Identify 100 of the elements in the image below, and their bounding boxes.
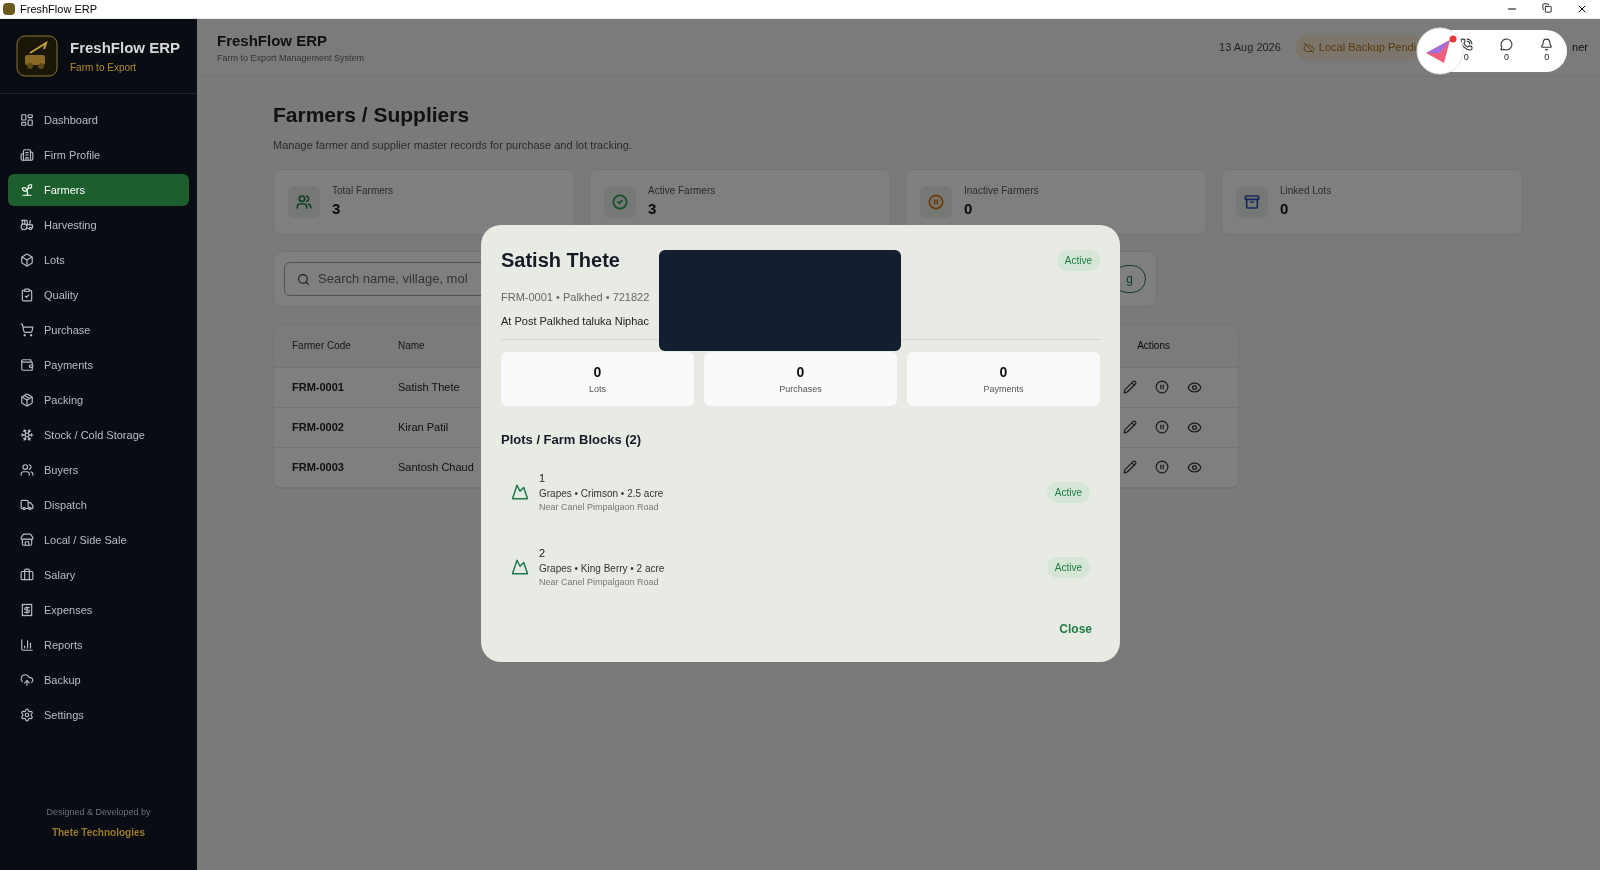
plot-location: Near Canel Pimpalgaon Road: [539, 501, 660, 514]
sidebar-item[interactable]: Local / Side Sale: [8, 524, 189, 556]
count-value: 0: [999, 362, 1008, 382]
view-icon[interactable]: [1187, 460, 1202, 475]
dashboard-icon: [20, 113, 34, 127]
bell-icon[interactable]: [1540, 37, 1554, 51]
cart-icon: [20, 323, 34, 337]
count-label: Purchases: [779, 382, 822, 396]
header-title: FreshFlow ERP: [217, 30, 329, 51]
stat-value: 3: [648, 199, 658, 220]
edit-icon[interactable]: [1123, 460, 1137, 474]
tractor-icon: [20, 218, 34, 232]
sidebar-item[interactable]: Reports: [8, 629, 189, 661]
count-value: 0: [796, 362, 805, 382]
farmer-meta: FRM-0001 • Palkhed • 721822: [501, 290, 651, 305]
plots-heading: Plots / Farm Blocks (2): [501, 431, 643, 449]
view-icon[interactable]: [1187, 380, 1202, 395]
header-subtitle: Farm to Export Management System: [217, 52, 365, 65]
app-icon: [3, 3, 15, 15]
pause-icon[interactable]: [1155, 420, 1169, 434]
launcher-logo-icon[interactable]: [1416, 27, 1464, 75]
sidebar-item[interactable]: Salary: [8, 559, 189, 591]
close-button[interactable]: Close: [1051, 616, 1100, 642]
page-description: Manage farmer and supplier master records for purchase and lot tracking.: [273, 137, 633, 153]
plot-name: 2: [539, 545, 547, 561]
people-icon: [20, 463, 34, 477]
count-label: Payments: [983, 382, 1024, 396]
snowflake-icon: [20, 428, 34, 442]
credit-text: Designed & Developed by: [46, 805, 151, 819]
stat-value: 0: [964, 199, 974, 220]
plot-detail: Grapes • Crimson • 2.5 acre: [539, 487, 664, 501]
phone-icon[interactable]: [1459, 37, 1473, 51]
logo-icon: [16, 35, 58, 77]
sidebar-item[interactable]: Buyers: [8, 454, 189, 486]
count-text: 0: [1503, 50, 1509, 64]
clipboard-icon: [20, 288, 34, 302]
count-text: 0: [1544, 50, 1550, 64]
package-icon: [20, 393, 34, 407]
column-header: Actions: [1137, 339, 1170, 353]
count-value: 0: [593, 362, 602, 382]
sidebar-item[interactable]: Stock / Cold Storage: [8, 419, 189, 451]
sidebar-item[interactable]: Packing: [8, 384, 189, 416]
cloud-off-icon: [1302, 41, 1315, 54]
stat-label: Inactive Farmers: [964, 184, 1039, 199]
sidebar-item[interactable]: Settings: [8, 699, 189, 731]
user-name[interactable]: ner: [1572, 39, 1588, 56]
plot-detail: Grapes • King Berry • 2 acre: [539, 562, 665, 576]
status-badge: Active: [1046, 556, 1090, 578]
sidebar-item[interactable]: Payments: [8, 349, 189, 381]
status-badge: Active: [1056, 249, 1100, 271]
farmer-address: At Post Palkhed taluka Niphac: [501, 313, 650, 329]
stat-value: 0: [1280, 199, 1290, 220]
sidebar-item[interactable]: Firm Profile: [8, 139, 189, 171]
window-title: FreshFlow ERP: [20, 1, 98, 17]
view-icon[interactable]: [1187, 420, 1202, 435]
wallet-icon: [20, 358, 34, 372]
table-cell-text: Santosh Chaud: [398, 460, 474, 476]
box-icon: [20, 253, 34, 267]
count-label: Lots: [589, 382, 606, 396]
plot-location: Near Canel Pimpalgaon Road: [539, 576, 660, 589]
restore-icon[interactable]: [1542, 3, 1552, 13]
stat-label: Total Farmers: [332, 184, 394, 199]
mountain-icon: [511, 483, 529, 501]
table-cell-text: FRM-0003: [292, 460, 345, 476]
sidebar-item[interactable]: Expenses: [8, 594, 189, 626]
sidebar-item[interactable]: Lots: [8, 244, 189, 276]
date-text: 13 Aug 2026: [1219, 40, 1281, 56]
truck-icon: [20, 498, 34, 512]
pause-icon[interactable]: [1155, 460, 1169, 474]
edit-icon[interactable]: [1123, 420, 1137, 434]
brand-name: FreshFlow ERP: [70, 38, 181, 59]
company-name: Thete Technologies: [51, 826, 146, 840]
column-header: Farmer Code: [292, 339, 352, 353]
edit-icon[interactable]: [1123, 380, 1137, 394]
sidebar-item[interactable]: Harvesting: [8, 209, 189, 241]
store-icon: [20, 533, 34, 547]
sidebar-item[interactable]: Dispatch: [8, 489, 189, 521]
sidebar-item[interactable]: Quality: [8, 279, 189, 311]
count-text: 0: [1463, 50, 1469, 64]
sidebar-item[interactable]: Backup: [8, 664, 189, 696]
chat-icon[interactable]: [1500, 37, 1513, 51]
sidebar-item[interactable]: Dashboard: [8, 104, 189, 136]
sidebar-item[interactable]: Farmers: [8, 174, 189, 206]
receipt-icon: [20, 603, 34, 617]
plot-name: 1: [539, 470, 547, 486]
pause-icon[interactable]: [1155, 380, 1169, 394]
cloud-upload-icon: [20, 673, 34, 687]
table-cell-text: FRM-0001: [292, 380, 345, 396]
status-badge: Active: [1046, 481, 1090, 503]
mountain-icon: [511, 558, 529, 576]
search-icon: [297, 272, 310, 286]
bar-chart-icon: [20, 638, 34, 652]
close-icon[interactable]: [1576, 3, 1588, 15]
column-header: Name: [398, 339, 425, 353]
settings-icon: [20, 708, 34, 722]
sidebar-item[interactable]: Purchase: [8, 314, 189, 346]
building-icon: [20, 148, 34, 162]
briefcase-icon: [20, 568, 34, 582]
farmer-name: Satish Thete: [501, 248, 620, 273]
stat-label: Linked Lots: [1280, 184, 1332, 199]
